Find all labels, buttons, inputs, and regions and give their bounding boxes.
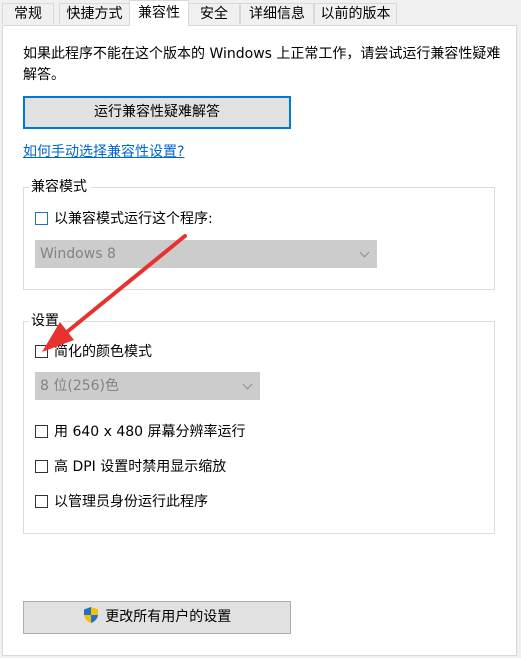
change-all-users-label: 更改所有用户的设置 — [105, 609, 232, 625]
compat-mode-checkbox[interactable] — [35, 211, 48, 225]
res-640-label: 用 640 x 480 屏幕分辨率运行 — [54, 424, 246, 440]
reduced-color-label: 简化的颜色模式 — [54, 344, 152, 360]
troubleshoot-button[interactable]: 运行兼容性疑难解答 — [23, 96, 291, 129]
os-version-value: Windows 8 — [40, 246, 116, 262]
tab-shortcut[interactable]: 快捷方式 — [59, 3, 130, 24]
tab-security[interactable]: 安全 — [188, 3, 240, 24]
os-version-select[interactable]: Windows 8 — [35, 240, 377, 268]
reduced-color-row[interactable]: 简化的颜色模式 — [35, 341, 152, 361]
run-admin-checkbox[interactable] — [35, 494, 48, 508]
reduced-color-checkbox[interactable] — [35, 344, 48, 358]
high-dpi-label: 高 DPI 设置时禁用显示缩放 — [54, 459, 227, 475]
tab-details[interactable]: 详细信息 — [240, 3, 314, 24]
change-all-users-button[interactable]: 更改所有用户的设置 — [23, 601, 291, 634]
chevron-down-icon — [242, 379, 253, 390]
tab-general[interactable]: 常规 — [2, 3, 54, 24]
compat-mode-label: 以兼容模式运行这个程序: — [54, 211, 213, 227]
run-admin-row[interactable]: 以管理员身份运行此程序 — [35, 491, 208, 511]
color-depth-value: 8 位(256)色 — [40, 378, 120, 394]
compat-mode-checkbox-row[interactable]: 以兼容模式运行这个程序: — [35, 208, 213, 228]
uac-shield-icon — [83, 607, 98, 623]
settings-legend: 设置 — [29, 312, 63, 330]
tab-compatibility[interactable]: 兼容性 — [129, 0, 189, 26]
high-dpi-row[interactable]: 高 DPI 设置时禁用显示缩放 — [35, 456, 226, 476]
tab-strip: 常规 快捷方式 兼容性 安全 详细信息 以前的版本 — [0, 0, 521, 26]
high-dpi-checkbox[interactable] — [35, 459, 48, 473]
res-640-row[interactable]: 用 640 x 480 屏幕分辨率运行 — [35, 421, 246, 441]
intro-text: 如果此程序不能在这个版本的 Windows 上正常工作，请尝试运行兼容性疑难解答… — [23, 46, 501, 83]
chevron-down-icon — [359, 247, 370, 258]
compat-mode-legend: 兼容模式 — [29, 178, 91, 196]
compat-mode-group — [23, 187, 495, 290]
manual-settings-link[interactable]: 如何手动选择兼容性设置? — [23, 141, 184, 161]
run-admin-label: 以管理员身份运行此程序 — [54, 494, 208, 510]
tab-previous-versions[interactable]: 以前的版本 — [314, 3, 397, 24]
res-640-checkbox[interactable] — [35, 424, 48, 438]
color-depth-select[interactable]: 8 位(256)色 — [35, 372, 260, 400]
